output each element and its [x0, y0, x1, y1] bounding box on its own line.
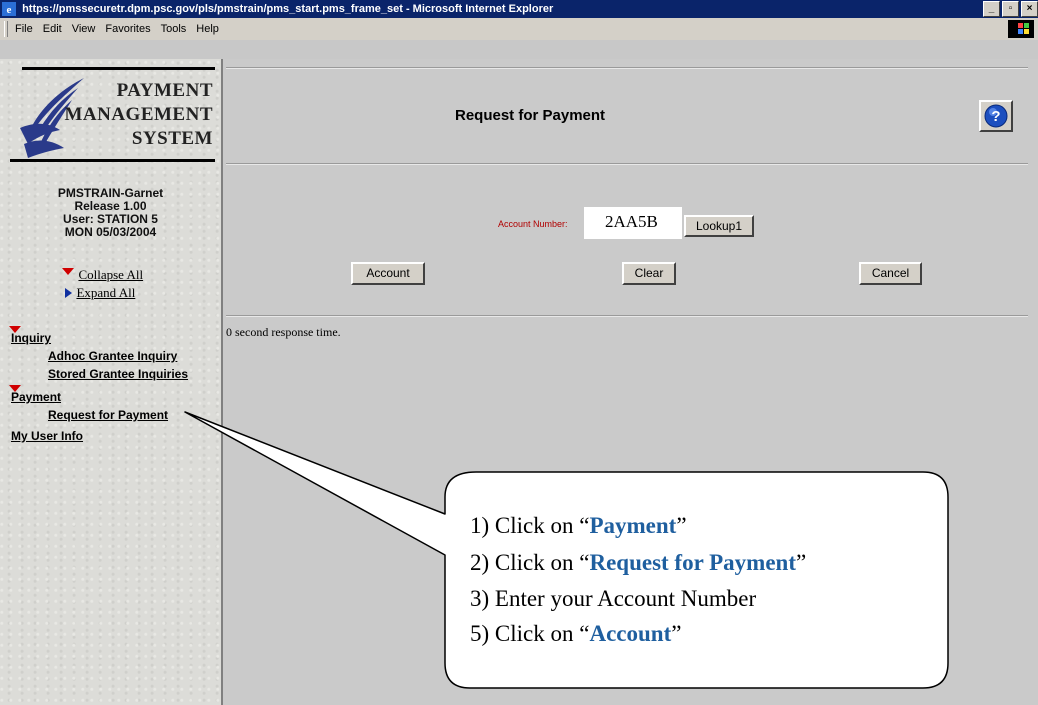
callout-keyword: Account [589, 621, 672, 646]
callout-text: 2) Click on “ [470, 550, 590, 575]
callout-text: ” [796, 550, 807, 575]
callout-keyword: Payment [589, 513, 677, 538]
callout-step-5: 5) Click on “Account” [470, 621, 681, 647]
callout-text: ” [676, 513, 687, 538]
callout-text: 1) Click on “ [470, 513, 590, 538]
callout-keyword: Request for Payment [589, 550, 796, 575]
callout-step-3: 3) Enter your Account Number [470, 586, 757, 611]
callout-text: 5) Click on “ [470, 621, 590, 646]
callout-step-2: 2) Click on “Request for Payment” [470, 550, 806, 576]
callout-text: ” [671, 621, 682, 646]
callout-step-1: 1) Click on “Payment” [470, 513, 687, 539]
